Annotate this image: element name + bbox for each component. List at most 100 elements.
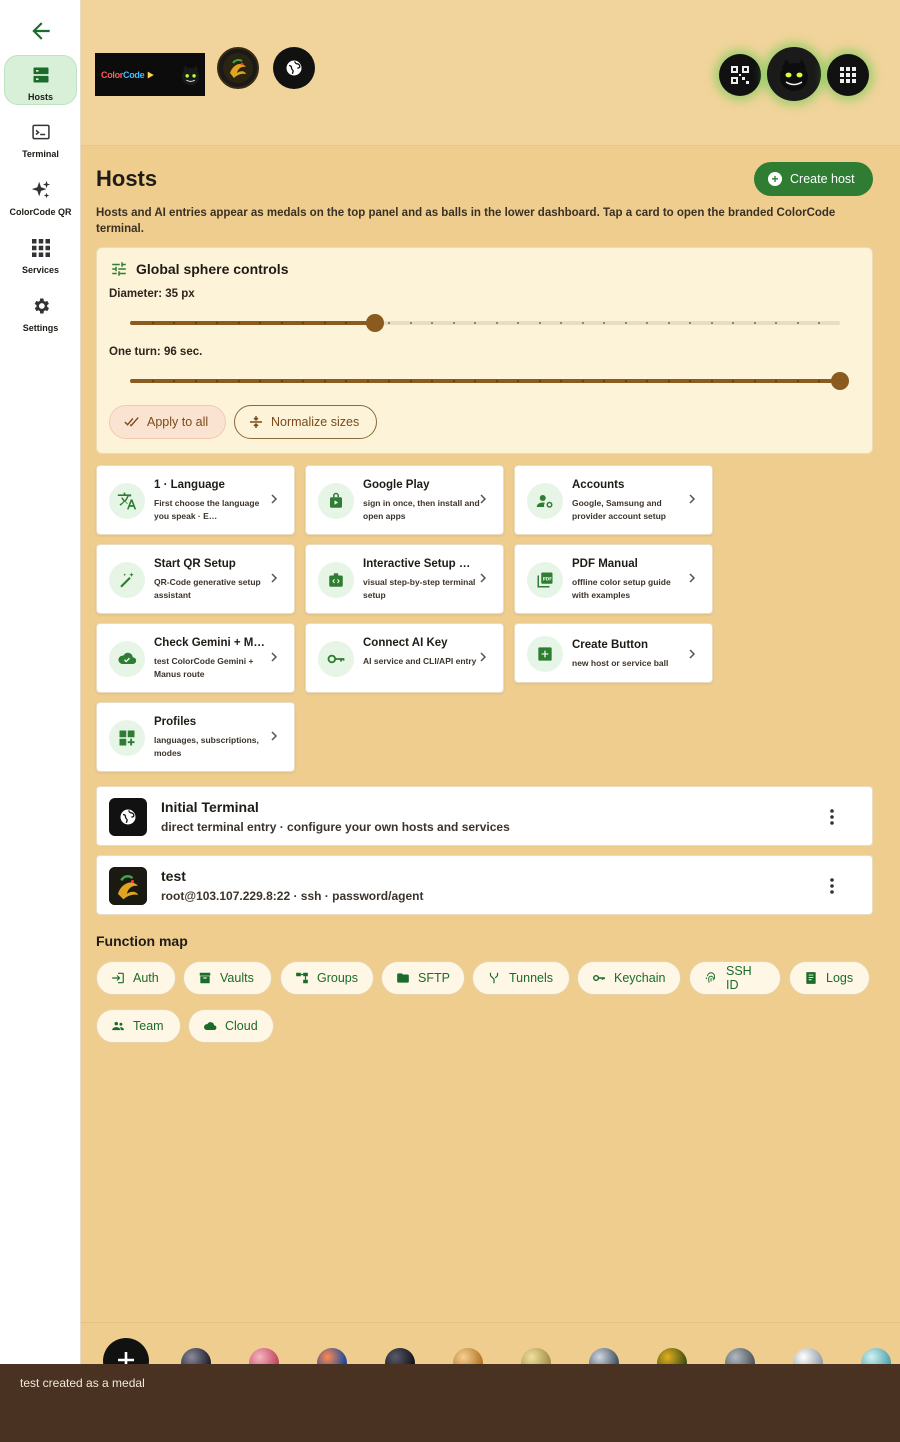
chevron-right-icon (480, 652, 487, 662)
chip-vaults[interactable]: Vaults (183, 961, 272, 995)
more-vert-icon[interactable] (830, 809, 834, 825)
grid-icon (30, 237, 52, 259)
slider-tick (410, 322, 412, 324)
slider-tick (775, 322, 777, 324)
card-title: Google Play (363, 479, 430, 491)
chevron-right-icon (689, 649, 696, 659)
card-title: 1 · Language (154, 479, 225, 491)
card-subtitle: First choose the language you speak · E… (154, 498, 260, 521)
sidebar-item-settings[interactable]: Settings (4, 287, 77, 337)
card-profiles[interactable]: Profiles languages, subscriptions, modes (96, 702, 295, 772)
tree-icon (295, 971, 309, 985)
globe-medal[interactable] (273, 47, 315, 89)
sidebar-item-services[interactable]: Services (4, 229, 77, 279)
slider-tick (345, 322, 347, 324)
cat-medal[interactable] (767, 47, 821, 101)
chevron-right-icon (271, 573, 278, 583)
slider-tick (603, 322, 605, 324)
apply-to-all-button[interactable]: Apply to all (109, 405, 226, 439)
chip-groups[interactable]: Groups (280, 961, 374, 995)
chip-keychain[interactable]: Keychain (577, 961, 681, 995)
sidebar-item-colorcode-qr[interactable]: ColorCode QR (4, 171, 77, 221)
sidebar-item-label: Hosts (27, 92, 53, 102)
slider-tick (474, 322, 476, 324)
add-circle-icon: + (768, 172, 782, 186)
slider-tick (625, 322, 627, 324)
card-check-gemini[interactable]: Check Gemini + M… test ColorCode Gemini … (96, 623, 295, 693)
card-interactive-setup[interactable]: Interactive Setup … visual step-by-step … (305, 544, 504, 614)
host-row-initial-terminal[interactable]: Initial Terminal direct terminal entry ·… (96, 786, 873, 846)
colorcode-logo-medal[interactable]: ColorCode (95, 53, 205, 96)
grid-icon (840, 67, 856, 83)
chip-label: SFTP (418, 971, 450, 985)
create-host-button[interactable]: + Create host (754, 162, 873, 196)
turn-slider-thumb[interactable] (831, 372, 849, 390)
slider-tick (732, 380, 734, 382)
sidebar-item-terminal[interactable]: Terminal (4, 113, 77, 163)
diameter-label: Diameter: 35 px (109, 288, 195, 300)
chip-tunnels[interactable]: Tunnels (472, 961, 570, 995)
slider-tick (281, 322, 283, 324)
sidebar: Hosts Terminal ColorCode QR Services Set… (0, 0, 81, 1442)
chip-sftp[interactable]: SFTP (381, 961, 465, 995)
hosts-icon (30, 64, 52, 86)
diameter-slider[interactable] (130, 314, 840, 332)
slider-tick (711, 322, 713, 324)
slider-tick (539, 322, 541, 324)
chip-label: SSH ID (726, 964, 752, 992)
slider-tick (818, 322, 820, 324)
card-start-qr-setup[interactable]: Start QR Setup QR-Code generative setup … (96, 544, 295, 614)
slider-tick (281, 380, 283, 382)
gear-icon (30, 295, 52, 317)
card-title: Start QR Setup (154, 558, 236, 570)
dragon-medal[interactable] (217, 47, 259, 89)
card-language[interactable]: 1 · Language First choose the language y… (96, 465, 295, 535)
slider-tick (302, 322, 304, 324)
chip-auth[interactable]: Auth (96, 961, 176, 995)
slider-tick (646, 322, 648, 324)
chip-team[interactable]: Team (96, 1009, 181, 1043)
vertical-align-center-icon (250, 416, 262, 428)
turn-slider[interactable] (130, 372, 849, 390)
arrow-left-icon[interactable] (28, 18, 54, 44)
slider-tick (539, 380, 541, 382)
sidebar-item-hosts[interactable]: Hosts (4, 55, 77, 105)
card-google-play[interactable]: Google Play sign in once, then install a… (305, 465, 504, 535)
card-title: Check Gemini + M… (154, 637, 265, 649)
card-create-button[interactable]: Create Button new host or service ball (514, 623, 713, 683)
card-title: Profiles (154, 716, 197, 728)
apps-medal[interactable] (827, 54, 869, 96)
card-pdf-manual[interactable]: PDF PDF Manual offline color setup guide… (514, 544, 713, 614)
code-badge-icon (318, 562, 354, 598)
chip-ssh-id[interactable]: SSH ID (689, 961, 781, 995)
slider-tick (711, 380, 713, 382)
slider-tick (496, 322, 498, 324)
card-accounts[interactable]: Accounts Google, Samsung and provider ac… (514, 465, 713, 535)
cat-icon (780, 59, 808, 91)
slider-tick (668, 322, 670, 324)
slider-tick (216, 322, 218, 324)
chevron-right-icon (271, 652, 278, 662)
normalize-sizes-button[interactable]: Normalize sizes (234, 405, 377, 439)
sidebar-item-label: Services (21, 265, 60, 275)
chip-cloud[interactable]: Cloud (188, 1009, 274, 1043)
chip-logs[interactable]: Logs (789, 961, 870, 995)
account-settings-icon (527, 483, 563, 519)
receipt-icon (804, 971, 818, 985)
slider-tick (388, 322, 390, 324)
card-connect-ai-key[interactable]: Connect AI Key AI service and CLI/API en… (305, 623, 504, 693)
cat-icon (181, 65, 199, 85)
diameter-slider-thumb[interactable] (366, 314, 384, 332)
slider-tick (818, 380, 820, 382)
card-title: PDF Manual (572, 558, 638, 570)
globe-icon (109, 798, 147, 836)
card-subtitle: Google, Samsung and provider account set… (572, 498, 666, 521)
qr-medal[interactable] (719, 54, 761, 96)
more-vert-icon[interactable] (830, 878, 834, 894)
function-map-title: Function map (96, 933, 188, 949)
chip-label: Cloud (225, 1019, 258, 1033)
snackbar-message: test created as a medal (20, 1376, 145, 1390)
host-row-test[interactable]: test root@103.107.229.8:22 · ssh · passw… (96, 855, 873, 915)
slider-tick (367, 380, 369, 382)
double-check-icon (124, 417, 139, 427)
